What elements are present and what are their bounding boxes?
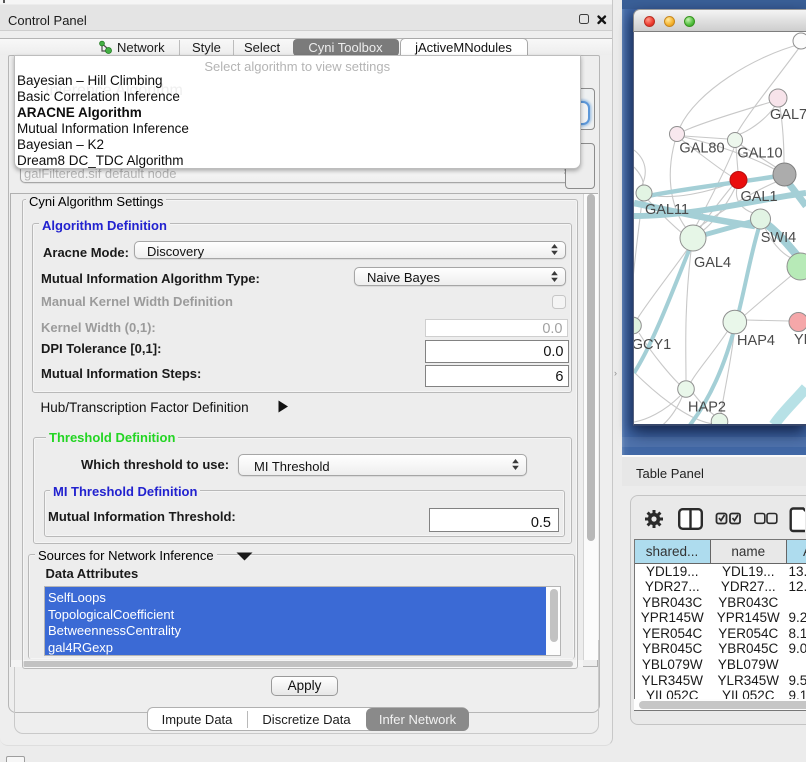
- svg-text:SWI4: SWI4: [761, 230, 796, 246]
- svg-text:GAL11: GAL11: [645, 202, 689, 218]
- svg-text:YM: YM: [794, 332, 806, 348]
- svg-text:HAP2: HAP2: [688, 400, 726, 416]
- svg-text:GAL7: GAL7: [770, 107, 806, 123]
- svg-text:GAL10: GAL10: [737, 146, 782, 162]
- svg-text:GAL4: GAL4: [694, 255, 731, 271]
- svg-text:HAP4: HAP4: [737, 333, 775, 349]
- svg-text:GCY1: GCY1: [634, 337, 671, 353]
- svg-text:GAL1: GAL1: [740, 189, 777, 205]
- svg-text:GAL80: GAL80: [679, 141, 724, 157]
